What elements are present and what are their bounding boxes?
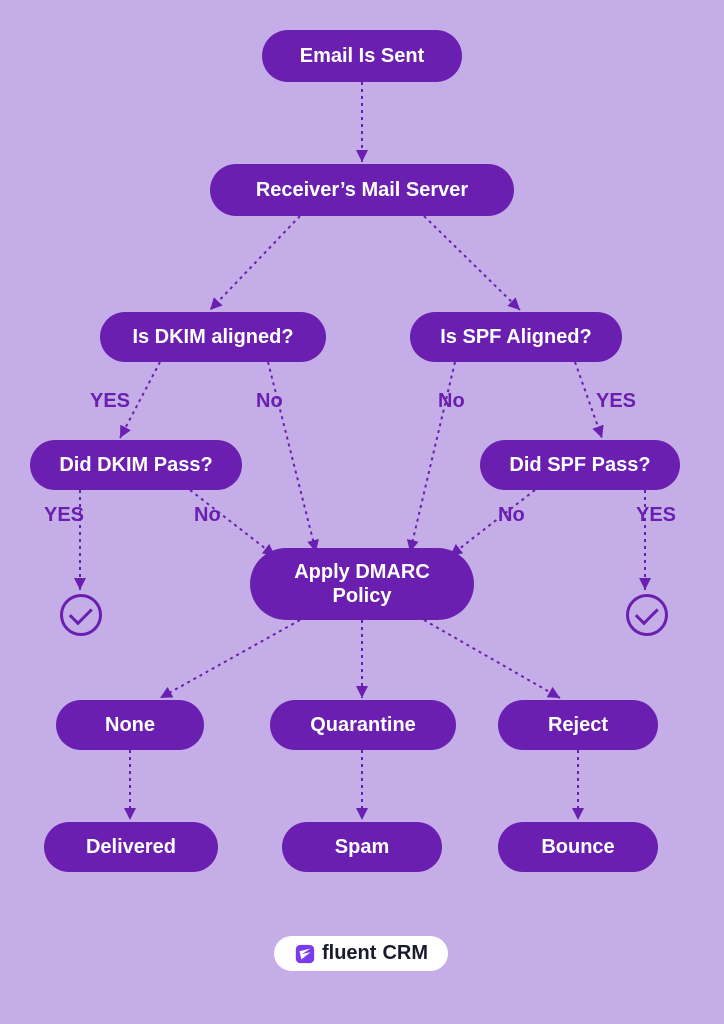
node-spf-pass: Did SPF Pass?	[480, 440, 680, 490]
node-dkim-aligned: Is DKIM aligned?	[100, 312, 326, 362]
node-spam: Spam	[282, 822, 442, 872]
check-icon	[626, 594, 668, 636]
node-receiver-server: Receiver’s Mail Server	[210, 164, 514, 216]
node-none: None	[56, 700, 204, 750]
flowchart-canvas: Email Is Sent Receiver’s Mail Server Is …	[0, 0, 724, 1024]
node-bounce: Bounce	[498, 822, 658, 872]
label-spf-aligned-yes: YES	[596, 390, 636, 413]
node-dkim-pass: Did DKIM Pass?	[30, 440, 242, 490]
node-email-sent: Email Is Sent	[262, 30, 462, 82]
brand-logo: fluent CRM	[274, 936, 448, 971]
label-dkim-aligned-yes: YES	[90, 390, 130, 413]
fluentcrm-logo-icon	[294, 943, 316, 965]
label-spf-pass-no: No	[498, 504, 525, 527]
node-reject: Reject	[498, 700, 658, 750]
label-dkim-pass-no: No	[194, 504, 221, 527]
label-dkim-pass-yes: YES	[44, 504, 84, 527]
node-delivered: Delivered	[44, 822, 218, 872]
node-spf-aligned: Is SPF Aligned?	[410, 312, 622, 362]
node-apply-dmarc: Apply DMARC Policy	[250, 548, 474, 620]
brand-text-crm: CRM	[382, 942, 428, 965]
node-quarantine: Quarantine	[270, 700, 456, 750]
label-spf-aligned-no: No	[438, 390, 465, 413]
brand-text-fluent: fluent	[322, 942, 376, 965]
check-icon	[60, 594, 102, 636]
label-spf-pass-yes: YES	[636, 504, 676, 527]
label-dkim-aligned-no: No	[256, 390, 283, 413]
